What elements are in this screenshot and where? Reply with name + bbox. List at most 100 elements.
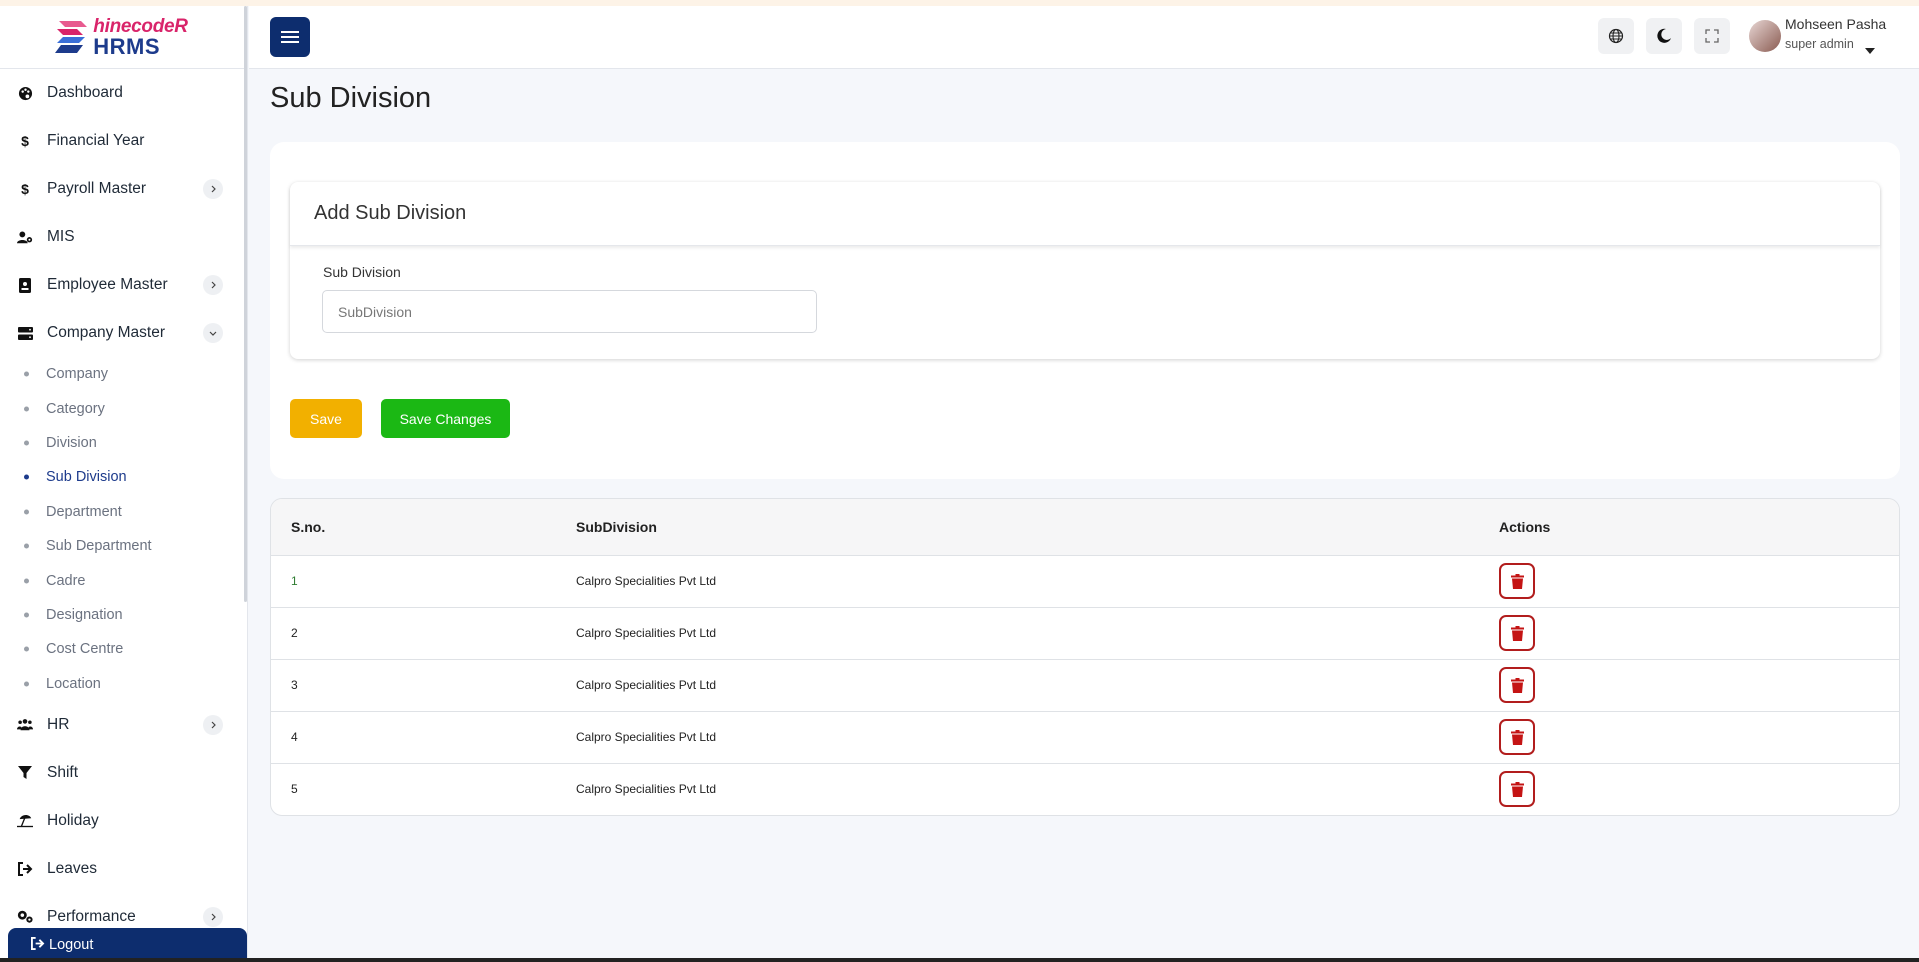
sidebar-item-employee-master[interactable]: Employee Master — [0, 261, 247, 309]
delete-button[interactable] — [1499, 771, 1535, 808]
cell-sno: 3 — [271, 658, 576, 711]
sidebar-subitem-location[interactable]: Location — [0, 667, 247, 701]
logout-icon — [30, 936, 45, 954]
form-card: Add Sub Division Sub Division Save Save … — [270, 142, 1900, 479]
globe-icon — [1608, 28, 1624, 44]
umbrella-beach-icon — [17, 813, 33, 829]
sidebar-subitem-cost-centre[interactable]: Cost Centre — [0, 632, 247, 666]
dollar-icon: $ — [21, 133, 29, 149]
sidebar-subitem-cadre[interactable]: Cadre — [0, 563, 247, 597]
sub-division-table: S.no. SubDivision Actions 1 Calpro Speci… — [270, 498, 1900, 816]
sidebar-item-label: Leaves — [47, 859, 97, 877]
sidebar-item-shift[interactable]: Shift — [0, 749, 247, 797]
sidebar-item-label: Dashboard — [47, 84, 123, 101]
logo-bottom-text: HRMS — [93, 33, 161, 59]
sidebar-item-financial-year[interactable]: $ Financial Year — [0, 117, 247, 165]
chevron-right-icon[interactable] — [203, 179, 223, 199]
hamburger-menu-button[interactable] — [270, 17, 310, 57]
sidebar-item-label: HR — [47, 715, 70, 733]
trash-icon — [1510, 677, 1524, 693]
sidebar-subitem-division[interactable]: Division — [0, 426, 247, 460]
logo-top-text: hinecodeR — [93, 15, 188, 37]
sidebar-subitem-department[interactable]: Department — [0, 495, 247, 529]
server-icon — [17, 325, 33, 341]
company-master-submenu: Company Category Division Sub Division D… — [0, 357, 247, 701]
avatar[interactable] — [1749, 20, 1781, 52]
cell-subdivision: Calpro Specialities Pvt Ltd — [576, 658, 1499, 711]
user-role: super admin — [1785, 37, 1854, 51]
column-header-actions: Actions — [1499, 499, 1899, 556]
table-row: 2 Calpro Specialities Pvt Ltd — [271, 606, 1899, 659]
delete-button[interactable] — [1499, 719, 1535, 755]
cell-sno: 4 — [271, 710, 576, 763]
bottom-edge-bar — [0, 958, 1919, 962]
sidebar-subitem-sub-division[interactable]: Sub Division — [0, 460, 247, 494]
sidebar-item-dashboard[interactable]: Dashboard — [0, 69, 247, 117]
sidebar-item-company-master[interactable]: Company Master — [0, 309, 247, 357]
moon-icon — [1657, 28, 1671, 43]
top-header: Mohseen Pasha super admin — [249, 6, 1919, 69]
cell-sno: 1 — [291, 574, 298, 588]
id-badge-icon — [17, 277, 33, 293]
add-sub-division-card: Add Sub Division Sub Division — [290, 182, 1880, 359]
sidebar-item-label: MIS — [47, 228, 75, 245]
cell-subdivision: Calpro Specialities Pvt Ltd — [576, 762, 1499, 815]
chevron-right-icon[interactable] — [203, 275, 223, 295]
sidebar-item-payroll-master[interactable]: $ Payroll Master — [0, 165, 247, 213]
delete-button[interactable] — [1499, 615, 1535, 651]
language-button[interactable] — [1598, 18, 1634, 54]
fullscreen-icon — [1705, 29, 1719, 43]
hamburger-icon — [281, 31, 299, 43]
table-row: 3 Calpro Specialities Pvt Ltd — [271, 658, 1899, 711]
table-header-row: S.no. SubDivision Actions — [271, 499, 1899, 556]
sidebar-subitem-sub-department[interactable]: Sub Department — [0, 529, 247, 563]
table-row: 5 Calpro Specialities Pvt Ltd — [271, 762, 1899, 815]
chevron-right-icon[interactable] — [203, 906, 223, 927]
delete-button[interactable] — [1499, 667, 1535, 703]
cell-sno: 2 — [271, 606, 576, 659]
sidebar-item-label: Employee Master — [47, 276, 168, 293]
sidebar-nav: Dashboard $ Financial Year $ Payroll Mas… — [0, 69, 247, 357]
sidebar-item-hr[interactable]: HR — [0, 701, 247, 749]
table-row: 1 Calpro Specialities Pvt Ltd — [271, 555, 1899, 607]
sidebar-subitem-category[interactable]: Category — [0, 391, 247, 425]
card-title: Add Sub Division — [290, 182, 1880, 246]
users-icon — [17, 717, 33, 733]
cell-subdivision: Calpro Specialities Pvt Ltd — [576, 574, 717, 588]
page-title: Sub Division — [270, 82, 432, 114]
user-name[interactable]: Mohseen Pasha — [1785, 16, 1886, 32]
logo-s-icon — [55, 21, 88, 53]
logout-button[interactable]: Logout — [8, 928, 247, 962]
column-header-subdivision[interactable]: SubDivision — [576, 499, 1499, 556]
column-header-sno[interactable]: S.no. — [271, 499, 576, 556]
cell-sno: 5 — [271, 762, 576, 815]
table-row: 4 Calpro Specialities Pvt Ltd — [271, 710, 1899, 763]
caret-down-icon[interactable] — [1865, 41, 1875, 59]
fullscreen-button[interactable] — [1694, 18, 1730, 54]
sidebar-item-leaves[interactable]: Leaves — [0, 845, 247, 893]
sign-out-icon — [17, 861, 33, 877]
save-button[interactable]: Save — [290, 399, 362, 438]
sidebar-subitem-company[interactable]: Company — [0, 357, 247, 391]
dark-mode-toggle[interactable] — [1646, 18, 1682, 54]
logo[interactable]: hinecodeR HRMS — [0, 6, 247, 69]
sidebar-item-mis[interactable]: MIS — [0, 213, 247, 261]
sub-division-input[interactable] — [322, 290, 817, 333]
save-changes-button[interactable]: Save Changes — [381, 399, 510, 438]
cell-subdivision: Calpro Specialities Pvt Ltd — [576, 606, 1499, 659]
chevron-right-icon[interactable] — [203, 714, 223, 735]
sidebar-subitem-designation[interactable]: Designation — [0, 598, 247, 632]
sidebar-item-holiday[interactable]: Holiday — [0, 797, 247, 845]
sidebar-item-label: Shift — [47, 763, 79, 781]
sub-division-label: Sub Division — [323, 264, 401, 280]
sidebar-nav-lower: HR Shift Holiday Leaves Performance — [0, 701, 247, 941]
sidebar-item-label: Company Master — [47, 324, 166, 341]
sidebar: hinecodeR HRMS Dashboard $ Financial Yea… — [0, 6, 248, 962]
chevron-down-icon[interactable] — [203, 323, 223, 343]
sidebar-item-label: Holiday — [47, 811, 99, 829]
delete-button[interactable] — [1499, 563, 1535, 599]
sidebar-item-label: Payroll Master — [47, 180, 147, 197]
dollar-icon: $ — [21, 181, 29, 197]
sidebar-item-label: Performance — [47, 907, 136, 925]
sidebar-item-label: Financial Year — [47, 132, 145, 149]
